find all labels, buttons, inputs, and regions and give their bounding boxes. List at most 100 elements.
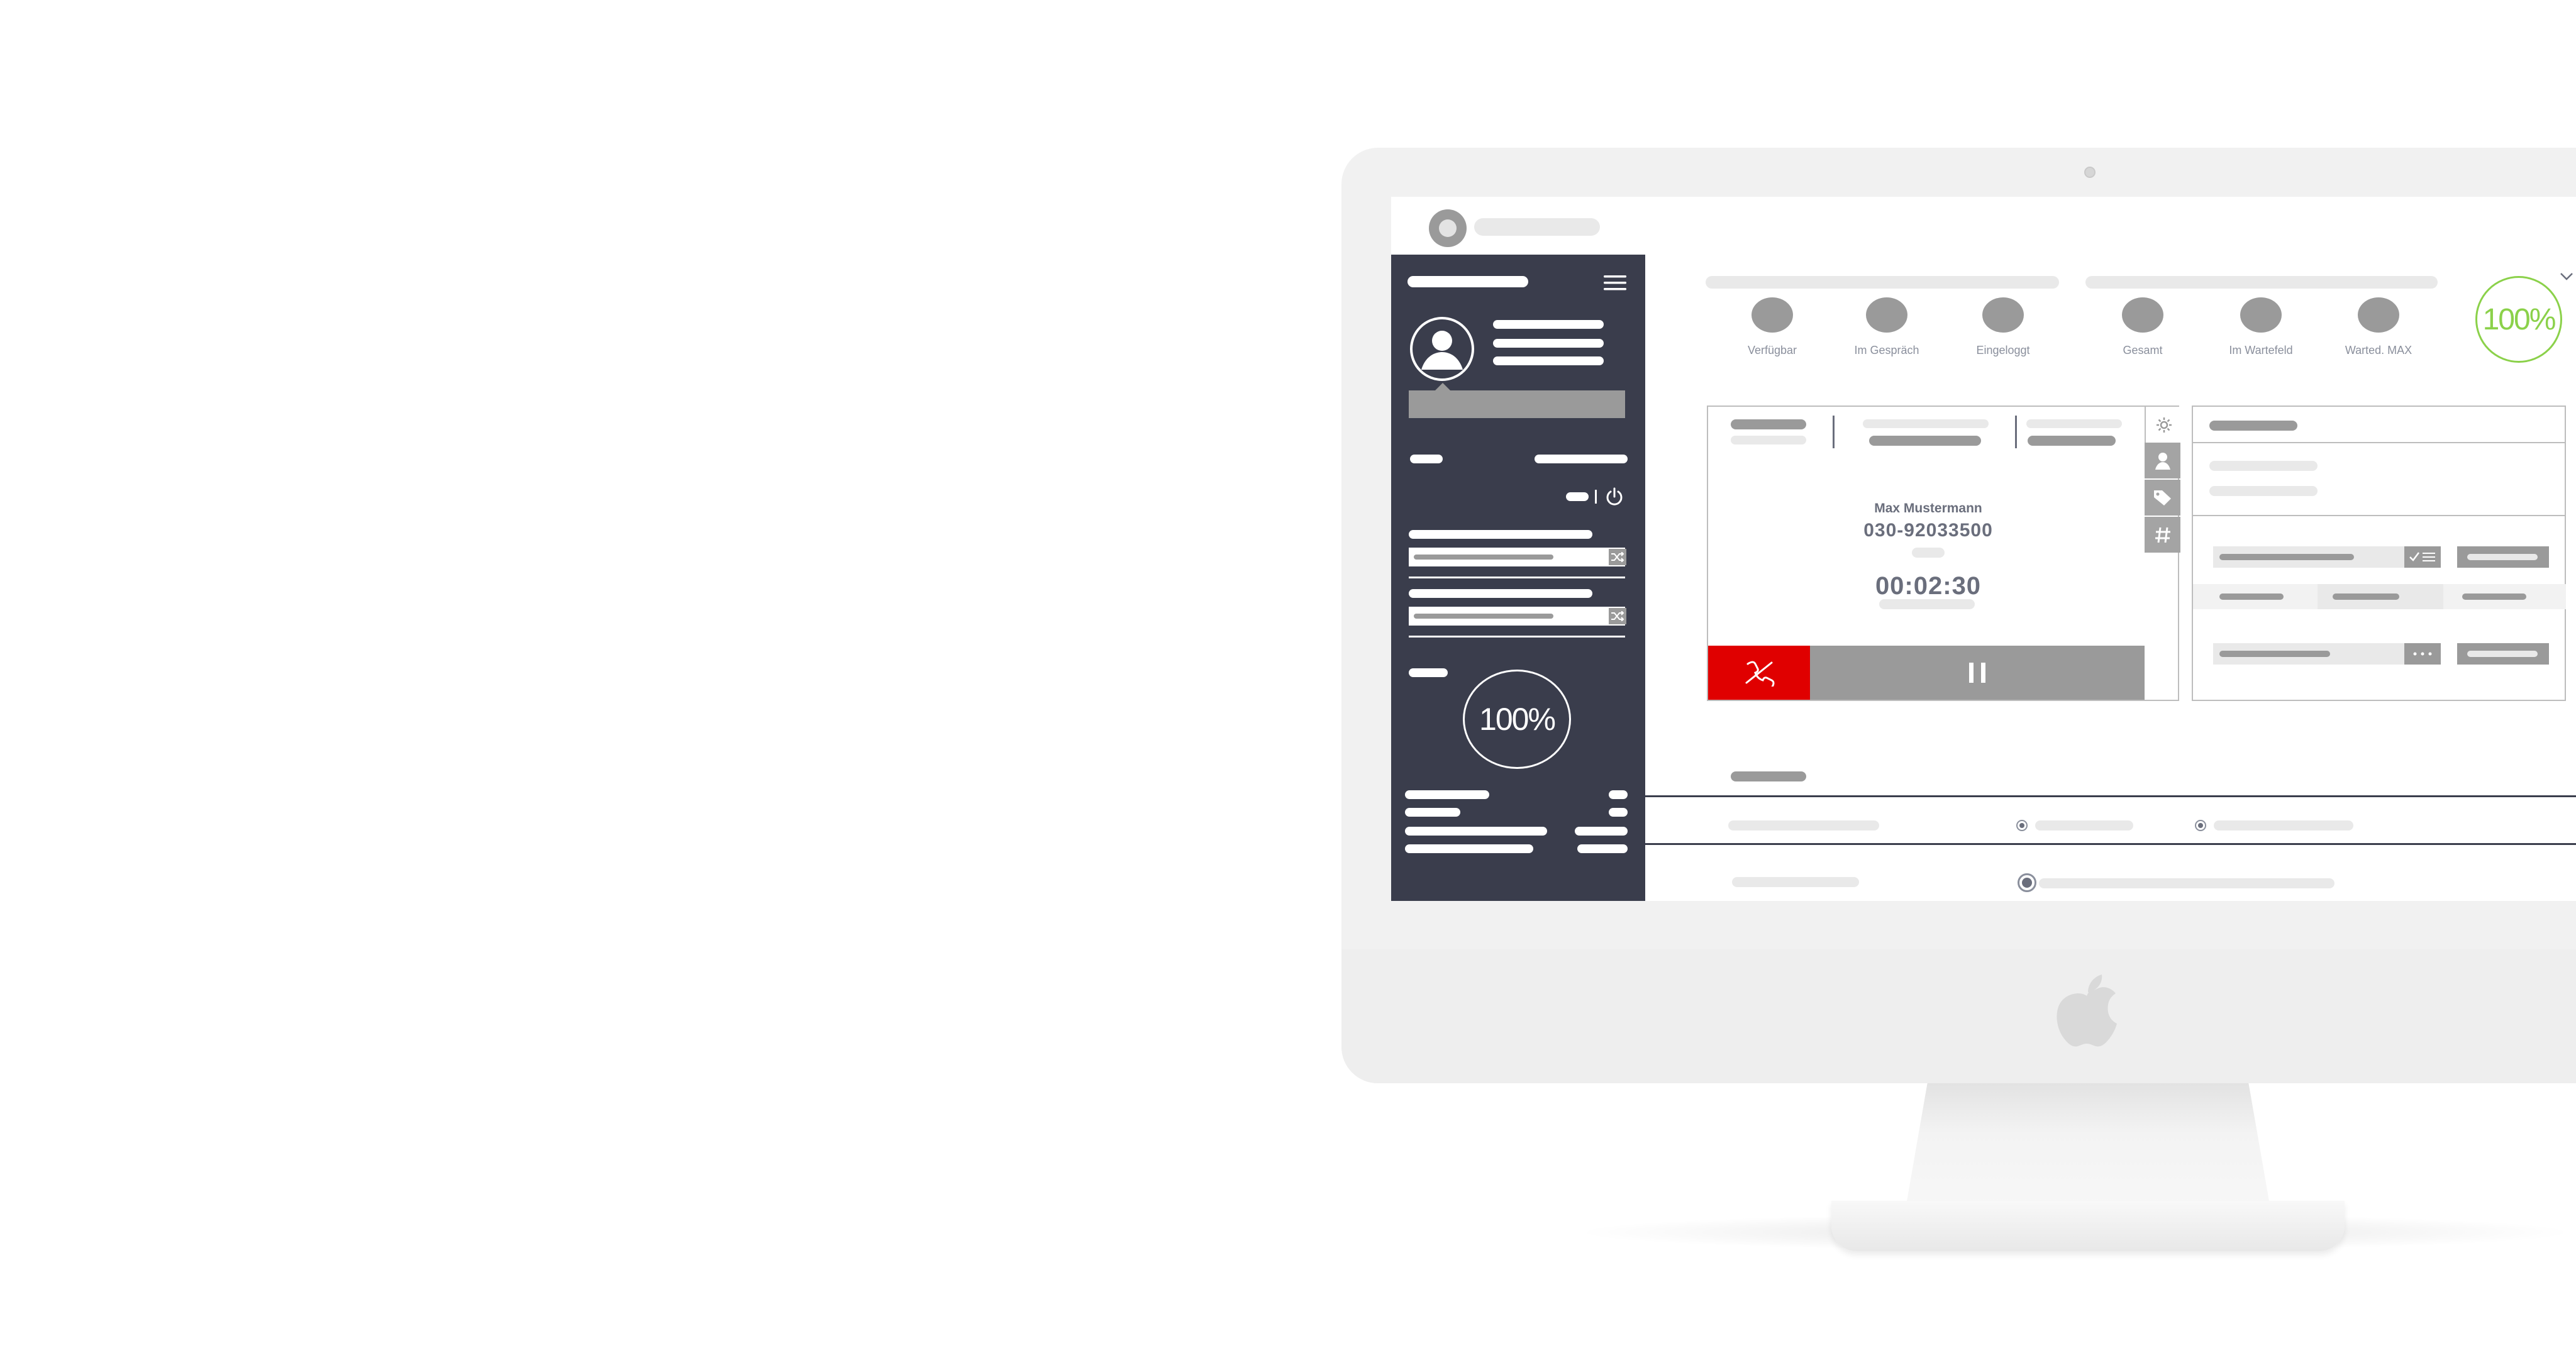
tab-hash[interactable]	[2145, 517, 2180, 553]
tab-tags[interactable]	[2145, 480, 2180, 516]
call-info-2-value	[1869, 436, 1981, 446]
sidebar-gauge: 100%	[1463, 670, 1571, 769]
radio-option-3-label	[2039, 878, 2334, 888]
hangup-button[interactable]	[1708, 646, 1810, 700]
details-select-1-value	[2219, 554, 2354, 560]
checklist-button[interactable]	[2404, 546, 2441, 568]
tab-settings[interactable]	[2145, 407, 2182, 443]
radio-option-2-label	[2214, 820, 2353, 831]
apple-logo-icon	[2057, 974, 2117, 1047]
queue-1-field[interactable]	[1409, 548, 1626, 566]
sidebar-label-short	[1410, 455, 1443, 463]
caller-name: Max Mustermann	[1874, 501, 1982, 516]
avatar-icon[interactable]	[1409, 316, 1475, 382]
details-action-2[interactable]	[2457, 643, 2549, 665]
radio-option-3[interactable]	[2018, 873, 2036, 892]
app-logo-icon	[1429, 209, 1467, 247]
stat-wait-max-label: Warted. MAX	[2345, 344, 2412, 356]
stats-group-2-title	[2085, 276, 2438, 289]
call-info-divider-2	[2015, 416, 2017, 448]
monitor-stand	[1906, 1083, 2270, 1208]
details-panel	[2192, 406, 2566, 701]
queue-1-label	[1409, 530, 1592, 539]
details-row-cell-3	[2462, 593, 2526, 600]
checklist-icon	[2409, 552, 2435, 561]
caller-number: 030-92033500	[1863, 520, 1993, 541]
section-rule-1	[1645, 795, 2576, 797]
screen: 100% Verfügbar Im Gespräch Eingeloggt Ge…	[1391, 197, 2576, 901]
details-line-1	[2209, 461, 2318, 471]
sidebar-stat-2-label	[1405, 808, 1460, 817]
radio-option-1[interactable]	[2016, 820, 2028, 831]
app-logo-inner	[1439, 219, 1457, 237]
stat-in-queue-label: Im Wartefeld	[2229, 344, 2293, 356]
queue-1-value	[1414, 555, 1553, 560]
service-level-gauge: 100%	[2475, 276, 2562, 363]
radio-option-2[interactable]	[2195, 820, 2206, 831]
stat-wait-max: Warted. MAX	[2316, 297, 2441, 357]
call-info-3-value	[2028, 436, 2116, 446]
call-info-divider-1	[1833, 416, 1835, 448]
sidebar-stat-2-value	[1609, 808, 1628, 817]
hamburger-menu-icon[interactable]	[1602, 273, 1628, 292]
details-title-divider	[2193, 442, 2566, 443]
shuffle-icon[interactable]	[1609, 608, 1626, 624]
hash-icon	[2155, 527, 2170, 543]
profile-line-2	[1493, 339, 1604, 348]
queue-2-field[interactable]	[1409, 607, 1626, 626]
details-title	[2209, 421, 2297, 431]
option-label-2	[1732, 877, 1859, 887]
stat-total-circle	[2122, 297, 2163, 333]
divider	[1595, 490, 1597, 504]
sidebar-stat-3-value	[1575, 827, 1628, 836]
radio-option-3-dot	[2022, 878, 2032, 888]
sidebar: 100%	[1391, 255, 1645, 901]
sidebar-stat-1-value	[1609, 790, 1628, 799]
hold-button[interactable]	[1810, 646, 2145, 700]
details-row	[2193, 584, 2566, 609]
stat-available-circle	[1752, 297, 1793, 333]
stat-in-queue-circle	[2240, 297, 2282, 333]
details-select-2[interactable]	[2213, 643, 2404, 665]
stat-total: Gesamt	[2080, 297, 2206, 357]
tab-contact[interactable]	[2145, 443, 2180, 478]
more-button[interactable]	[2404, 643, 2441, 665]
details-select-1[interactable]	[2213, 546, 2404, 568]
stat-logged-in-label: Eingeloggt	[1976, 344, 2030, 356]
section-title	[1731, 771, 1806, 781]
stat-logged-in-circle	[1982, 297, 2024, 333]
top-bar	[1391, 197, 2576, 257]
status-pointer	[1435, 383, 1450, 390]
call-timer-caption	[1879, 599, 1975, 609]
queue-2-value	[1414, 614, 1553, 619]
chevron-down-icon[interactable]	[2560, 272, 2573, 281]
service-level-value: 100%	[2482, 302, 2557, 336]
call-timer: 00:02:30	[1875, 572, 1982, 600]
call-info-3-title	[2026, 419, 2122, 428]
sidebar-stat-1-label	[1405, 790, 1489, 799]
details-action-1[interactable]	[2457, 546, 2549, 568]
details-action-2-label	[2467, 651, 2538, 657]
stat-in-queue: Im Wartefeld	[2198, 297, 2324, 357]
monitor-stand-base	[1831, 1201, 2345, 1251]
call-panel: Max Mustermann 030-92033500 00:02:30	[1707, 406, 2182, 701]
stat-in-call: Im Gespräch	[1824, 297, 1950, 357]
gauge-label	[1409, 668, 1448, 677]
sidebar-label-long	[1535, 455, 1628, 463]
stat-available: Verfügbar	[1709, 297, 1835, 357]
call-info-1-value	[1731, 436, 1806, 444]
stat-available-label: Verfügbar	[1747, 344, 1797, 356]
pause-icon	[1969, 663, 1985, 683]
shuffle-icon[interactable]	[1609, 549, 1626, 565]
toggle-placeholder	[1566, 492, 1589, 501]
more-dots-icon	[2413, 652, 2432, 656]
status-selector[interactable]	[1409, 390, 1625, 418]
details-line-2	[2209, 486, 2318, 496]
caller-extra-placeholder	[1912, 548, 1945, 558]
call-info-2-title	[1863, 419, 1989, 428]
stat-wait-max-circle	[2358, 297, 2399, 333]
power-icon[interactable]	[1604, 486, 1625, 507]
user-icon	[2155, 452, 2170, 470]
details-row-cell-1	[2219, 593, 2284, 600]
hangup-phone-icon	[1745, 661, 1775, 687]
